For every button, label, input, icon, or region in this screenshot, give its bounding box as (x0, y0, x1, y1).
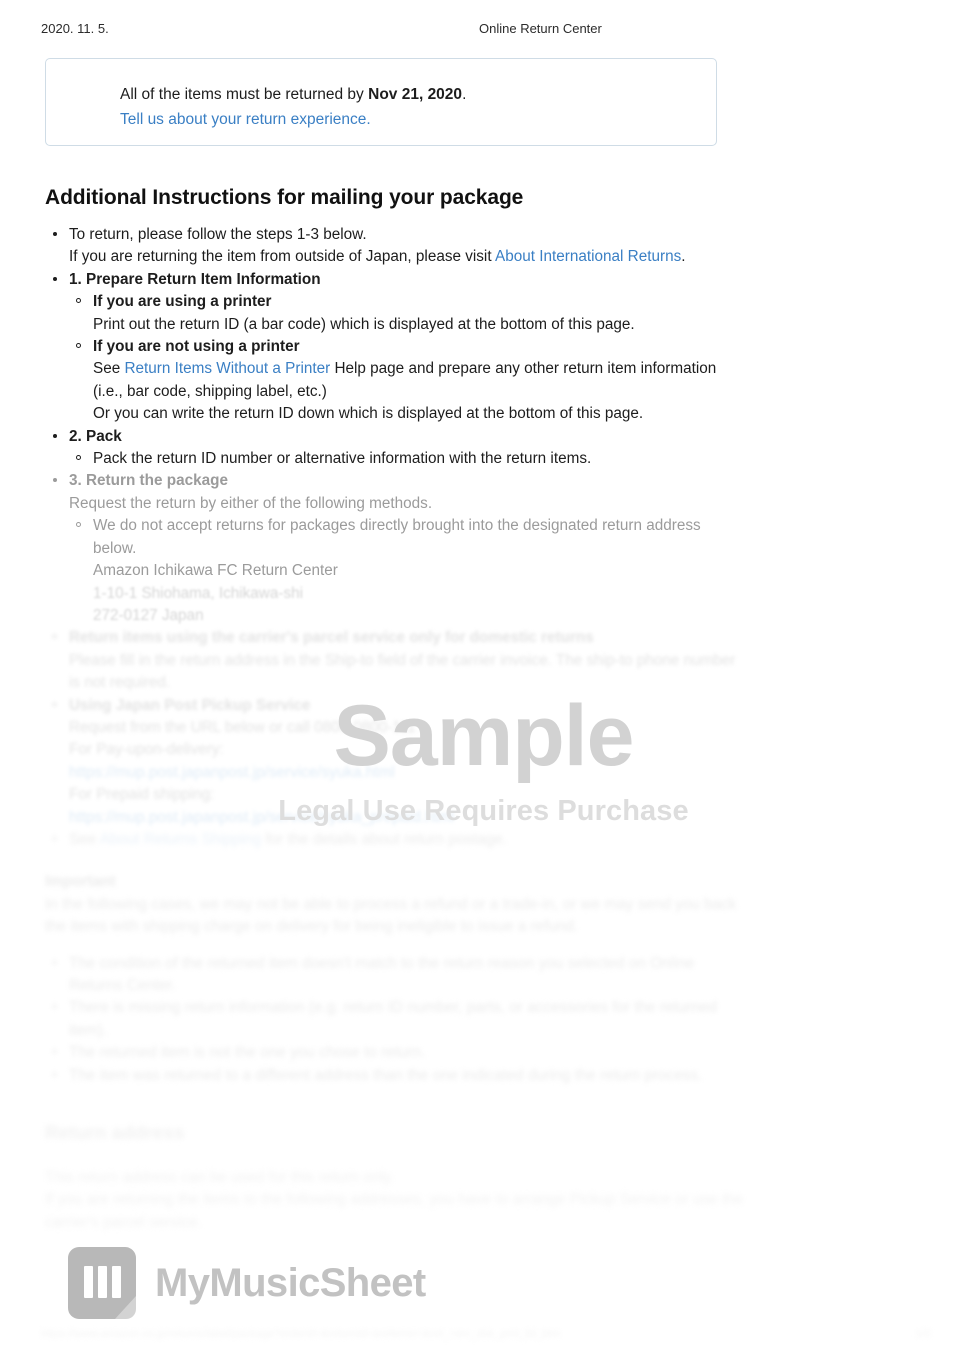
important-section: Important In the following cases, we may… (45, 871, 745, 1087)
return-method-2-title: Using Japan Post Pickup Service (69, 696, 311, 714)
deadline-text-after: . (462, 86, 467, 103)
return-center-address-line-2: 272-0127 Japan (93, 606, 204, 624)
step-2-title: 2. Pack (69, 427, 122, 445)
return-center-name: Amazon Ichikawa FC Return Center (93, 562, 338, 580)
intro-line-2: If you are returning the item from outsi… (69, 246, 745, 268)
important-item-text: The returned item is not the one you cho… (69, 1044, 426, 1062)
return-method-1-body: Please fill in the return address in the… (69, 651, 736, 692)
footer-page-number: 1/2 (915, 1328, 931, 1340)
return-method-2-url-1: https://mup.post.japanpost.jp/service/sy… (69, 762, 745, 784)
japan-post-pickup-link[interactable]: https://mup.post.japanpost.jp/service/sy… (69, 764, 395, 781)
about-returns-shipping-link[interactable]: About Returns Shipping (100, 831, 262, 848)
step-1-sub-2-extra: Or you can write the return ID down whic… (93, 405, 644, 423)
step-2-sub-1-body: Pack the return ID number or alternative… (93, 450, 592, 468)
bullet-circle-icon (76, 455, 81, 461)
bullet-circle-icon (52, 1004, 57, 1010)
step-1-sub-2-title: If you are not using a printer (93, 338, 300, 356)
page-heading: Additional Instructions for mailing your… (45, 186, 524, 210)
bullet-circle-icon (76, 298, 81, 304)
bullet-circle-icon (52, 835, 57, 841)
step-1-sub-1-title: If you are using a printer (93, 293, 272, 311)
return-method-2-label-1: For Pay-upon-delivery: (69, 741, 224, 759)
step-1-title: 1. Prepare Return Item Information (69, 270, 321, 288)
return-method-2: Using Japan Post Pickup Service Request … (45, 695, 745, 829)
return-address-line-1: This return address can be used for this… (45, 1169, 395, 1187)
logo-fold-corner (115, 1296, 136, 1319)
bullet-disc-icon (53, 433, 57, 438)
step-1-sub-2: If you are not using a printer See Retur… (69, 336, 745, 426)
instruction-step-2: 2. Pack Pack the return ID number or alt… (45, 426, 745, 471)
instruction-step-3: 3. Return the package Request the return… (45, 470, 745, 627)
mymusicsheet-logo: MyMusicSheet (68, 1243, 426, 1323)
intro-line-2-after: . (681, 248, 686, 266)
japan-post-prepaid-link[interactable]: https://mup.post.japanpost.jp/service/sy… (69, 809, 454, 826)
return-method-2-url-2: https://mup.post.japanpost.jp/service/sy… (69, 807, 745, 829)
print-date: 2020. 11. 5. (41, 21, 109, 36)
return-without-printer-link[interactable]: Return Items Without a Printer (124, 360, 330, 377)
bullet-disc-icon (53, 232, 57, 236)
about-international-returns-link[interactable]: About International Returns (495, 248, 681, 265)
return-method-2-body: Request from the URL below or call 0800-… (69, 718, 416, 736)
important-item: The condition of the returned item doesn… (45, 953, 745, 998)
return-method-3: See About Returns Shipping for the detai… (45, 829, 745, 851)
return-deadline-notice: All of the items must be returned by Nov… (45, 58, 717, 146)
page-header: 2020. 11. 5. Online Return Center (0, 21, 967, 41)
deadline-text-before: All of the items must be returned by (120, 86, 369, 103)
intro-line-2-before: If you are returning the item from outsi… (69, 248, 495, 266)
step-1-sub-2-body: See Return Items Without a Printer Help … (93, 358, 745, 403)
footer-url: https://www.amazon.co.jp/returns/label/p… (41, 1328, 561, 1340)
instruction-intro: To return, please follow the steps 1-3 b… (45, 224, 745, 269)
instruction-step-1: 1. Prepare Return Item Information If yo… (45, 269, 745, 426)
document-title: Online Return Center (479, 21, 602, 36)
return-method-2-label-2: For Prepaid shipping: (69, 786, 215, 804)
important-item-text: The item was returned to a different add… (69, 1066, 703, 1084)
bullet-circle-icon (76, 522, 81, 528)
deadline-text: All of the items must be returned by Nov… (120, 83, 680, 106)
bullet-circle-icon (76, 343, 81, 349)
bullet-disc-icon (53, 478, 57, 483)
deadline-date: Nov 21, 2020 (368, 86, 463, 103)
important-item: There is missing return information (e.g… (45, 997, 745, 1042)
instructions-list: To return, please follow the steps 1-3 b… (45, 224, 745, 1234)
step-1-sub-1-body: Print out the return ID (a bar code) whi… (93, 315, 635, 333)
bullet-circle-icon (52, 701, 57, 707)
bullet-circle-icon (52, 634, 57, 640)
bullet-circle-icon (52, 1071, 57, 1077)
bullet-circle-icon (52, 1049, 57, 1055)
intro-line-1: To return, please follow the steps 1-3 b… (69, 226, 367, 243)
logo-bars (84, 1266, 121, 1298)
return-method-3-before: See (69, 830, 100, 848)
step-3-lead: Request the return by either of the foll… (69, 494, 433, 512)
return-experience-link[interactable]: Tell us about your return experience. (120, 108, 680, 131)
important-title: Important (45, 873, 116, 891)
return-address-heading: Return address (45, 1123, 185, 1145)
bullet-circle-icon (52, 959, 57, 965)
important-item-text: There is missing return information (e.g… (69, 999, 717, 1039)
important-item: The item was returned to a different add… (45, 1065, 745, 1087)
step-3-sub-1: We do not accept returns for packages di… (69, 515, 745, 627)
return-method-3-body: See About Returns Shipping for the detai… (69, 829, 745, 851)
return-address-section: Return address This return address can b… (45, 1121, 745, 1234)
mymusicsheet-logo-icon (68, 1247, 136, 1319)
important-item: The returned item is not the one you cho… (45, 1042, 745, 1064)
important-item-text: The condition of the returned item doesn… (69, 954, 695, 994)
return-method-3-after: for the details about return postage. (261, 830, 507, 848)
step-1-sub-2-before: See (93, 360, 125, 378)
page-footer: https://www.amazon.co.jp/returns/label/p… (0, 1328, 967, 1348)
logo-body-shape (68, 1247, 136, 1319)
step-3-title: 3. Return the package (69, 472, 228, 490)
step-3-sub-1-body: We do not accept returns for packages di… (93, 517, 701, 557)
step-1-sub-1: If you are using a printer Print out the… (69, 291, 745, 336)
return-center-address-line-1: 1-10-1 Shiohama, Ichikawa-shi (93, 584, 304, 602)
notice-content: All of the items must be returned by Nov… (120, 83, 680, 131)
mymusicsheet-logo-text: MyMusicSheet (155, 1260, 426, 1305)
step-2-sub-1: Pack the return ID number or alternative… (69, 448, 745, 470)
return-method-1-title: Return items using the carrier's parcel … (69, 629, 594, 647)
return-method-1: Return items using the carrier's parcel … (45, 627, 745, 694)
important-lead: In the following cases, we may not be ab… (45, 895, 737, 936)
bullet-disc-icon (53, 276, 57, 281)
return-address-line-2: If you are returning the items to the fo… (45, 1191, 744, 1231)
